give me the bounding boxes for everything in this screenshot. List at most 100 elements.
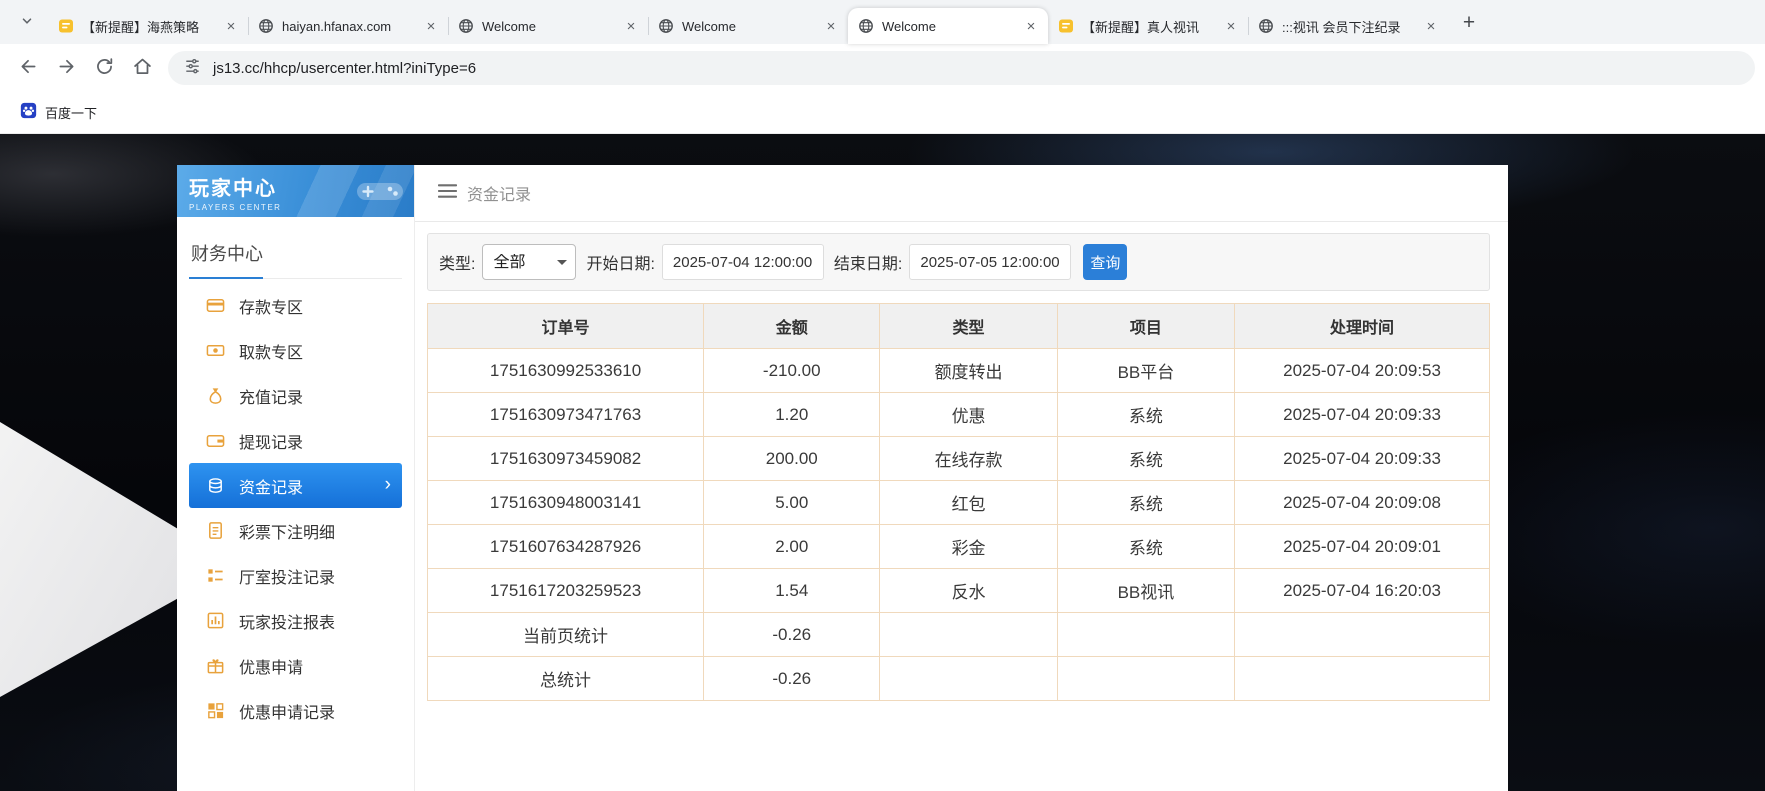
end-date-label: 结束日期:: [834, 250, 902, 274]
sidebar-item[interactable]: 厅室投注记录: [189, 553, 402, 598]
forward-button[interactable]: [48, 50, 84, 86]
browser-tab[interactable]: 【新提醒】海燕策略×: [48, 8, 248, 44]
browser-tab[interactable]: :::视讯 会员下注纪录×: [1248, 8, 1448, 44]
tab-close-button[interactable]: ×: [622, 17, 640, 35]
section-title-text: 财务中心: [191, 244, 263, 264]
globe-icon: [858, 18, 874, 34]
sidebar-item[interactable]: 提现记录: [189, 418, 402, 463]
tab-close-button[interactable]: ×: [1022, 17, 1040, 35]
table-row: 总统计-0.26: [428, 657, 1490, 701]
sidebar-item[interactable]: 存款专区: [189, 283, 402, 328]
table-cell: 红包: [880, 481, 1057, 525]
table-cell: 总统计: [428, 657, 704, 701]
table-row: 17516076342879262.00彩金系统2025-07-04 20:09…: [428, 525, 1490, 569]
game-controller-icon: [354, 176, 406, 206]
bookmark-baidu[interactable]: 百度一下: [12, 97, 105, 129]
table-cell: 1.54: [704, 569, 880, 613]
type-select-wrap: 全部: [482, 244, 576, 280]
sidebar-item[interactable]: 充值记录: [189, 373, 402, 418]
sidebar-header: 玩家中心 PLAYERS CENTER: [177, 165, 414, 217]
reload-button[interactable]: [86, 50, 122, 86]
search-button[interactable]: 查询: [1083, 244, 1127, 280]
table-cell: [1057, 657, 1234, 701]
promo-record-icon: [206, 701, 225, 720]
table-cell: 彩金: [880, 525, 1057, 569]
address-bar[interactable]: js13.cc/hhcp/usercenter.html?iniType=6: [168, 51, 1755, 85]
table-cell: 1.20: [704, 393, 880, 437]
sidebar-item-label: 优惠申请: [239, 654, 303, 678]
bookmarks-bar: 百度一下: [0, 92, 1765, 134]
main-header: 资金记录: [415, 165, 1508, 222]
tab-close-button[interactable]: ×: [822, 17, 840, 35]
table-cell: [1235, 613, 1490, 657]
table-header-cell: 项目: [1057, 304, 1234, 349]
end-date-input[interactable]: [909, 244, 1071, 280]
browser-tab[interactable]: Welcome×: [848, 8, 1048, 44]
globe-icon: [258, 18, 274, 34]
table-cell: 系统: [1057, 393, 1234, 437]
table-cell: [1057, 613, 1234, 657]
sidebar-item[interactable]: 彩票下注明细: [189, 508, 402, 553]
url-text: js13.cc/hhcp/usercenter.html?iniType=6: [213, 60, 476, 77]
tab-close-button[interactable]: ×: [1222, 17, 1240, 35]
baidu-icon: [20, 102, 37, 124]
table-cell: 200.00: [704, 437, 880, 481]
globe-icon: [458, 18, 474, 34]
sidebar-item[interactable]: 资金记录›: [189, 463, 402, 508]
recharge-record-icon: [206, 386, 225, 405]
browser-tab[interactable]: 【新提醒】真人视讯×: [1048, 8, 1248, 44]
table-cell: 反水: [880, 569, 1057, 613]
table-cell: 2025-07-04 20:09:33: [1235, 437, 1490, 481]
main-content: 资金记录 类型: 全部 开始日期: 结束日期: 查询 订单号金: [414, 165, 1508, 791]
deposit-card-icon: [206, 296, 225, 315]
browser-tab[interactable]: Welcome ×: [448, 8, 648, 44]
table-row: 当前页统计-0.26: [428, 613, 1490, 657]
table-cell: 2025-07-04 20:09:08: [1235, 481, 1490, 525]
type-select[interactable]: 全部: [482, 244, 576, 280]
browser-tab[interactable]: haiyan.hfanax.com×: [248, 8, 448, 44]
table-cell: 系统: [1057, 525, 1234, 569]
funds-record-table: 订单号金额类型项目处理时间 1751630992533610-210.00额度转…: [427, 303, 1490, 701]
table-cell: 2.00: [704, 525, 880, 569]
table-cell: 2025-07-04 16:20:03: [1235, 569, 1490, 613]
menu-icon: [438, 183, 457, 204]
site-info-icon[interactable]: [184, 57, 201, 79]
table-header-cell: 处理时间: [1235, 304, 1490, 349]
tab-close-button[interactable]: ×: [1422, 17, 1440, 35]
sidebar-item[interactable]: 优惠申请: [189, 643, 402, 688]
tab-title: Welcome: [482, 19, 614, 34]
home-button[interactable]: [124, 50, 160, 86]
tab-search-button[interactable]: [12, 7, 42, 37]
plus-icon: +: [1463, 11, 1475, 34]
table-cell: 1751630973471763: [428, 393, 704, 437]
new-tab-button[interactable]: +: [1454, 7, 1484, 37]
table-row: 1751630992533610-210.00额度转出BB平台2025-07-0…: [428, 349, 1490, 393]
table-row: 17516172032595231.54反水BB视讯2025-07-04 16:…: [428, 569, 1490, 613]
start-date-input[interactable]: [662, 244, 824, 280]
table-header-cell: 订单号: [428, 304, 704, 349]
page-content: 玩家中心 PLAYERS CENTER 财务中心 存款专区取款专区充值记录提现记…: [0, 134, 1765, 791]
sidebar-item[interactable]: 玩家投注报表: [189, 598, 402, 643]
chevron-right-icon: ›: [385, 474, 391, 496]
browser-tab[interactable]: Welcome×: [648, 8, 848, 44]
tab-close-button[interactable]: ×: [222, 17, 240, 35]
table-row: 17516309734717631.20优惠系统2025-07-04 20:09…: [428, 393, 1490, 437]
withdraw-record-icon: [206, 431, 225, 450]
sidebar-item[interactable]: 取款专区: [189, 328, 402, 373]
tab-close-button[interactable]: ×: [422, 17, 440, 35]
tab-list: 【新提醒】海燕策略×haiyan.hfanax.com×Welcome×Welc…: [48, 0, 1448, 44]
filter-bar: 类型: 全部 开始日期: 结束日期: 查询: [427, 233, 1490, 291]
table-cell: 1751630948003141: [428, 481, 704, 525]
player-report-icon: [206, 611, 225, 630]
sidebar-item-label: 彩票下注明细: [239, 519, 335, 543]
table-cell: BB视讯: [1057, 569, 1234, 613]
lottery-detail-icon: [206, 521, 225, 540]
table-cell: 系统: [1057, 437, 1234, 481]
table-cell: 1751617203259523: [428, 569, 704, 613]
start-date-label: 开始日期:: [586, 250, 654, 274]
back-button[interactable]: [10, 50, 46, 86]
table-cell: 1751630992533610: [428, 349, 704, 393]
tab-strip: 【新提醒】海燕策略×haiyan.hfanax.com×Welcome×Welc…: [0, 0, 1765, 44]
home-icon: [132, 56, 153, 80]
sidebar-item[interactable]: 优惠申请记录: [189, 688, 402, 733]
